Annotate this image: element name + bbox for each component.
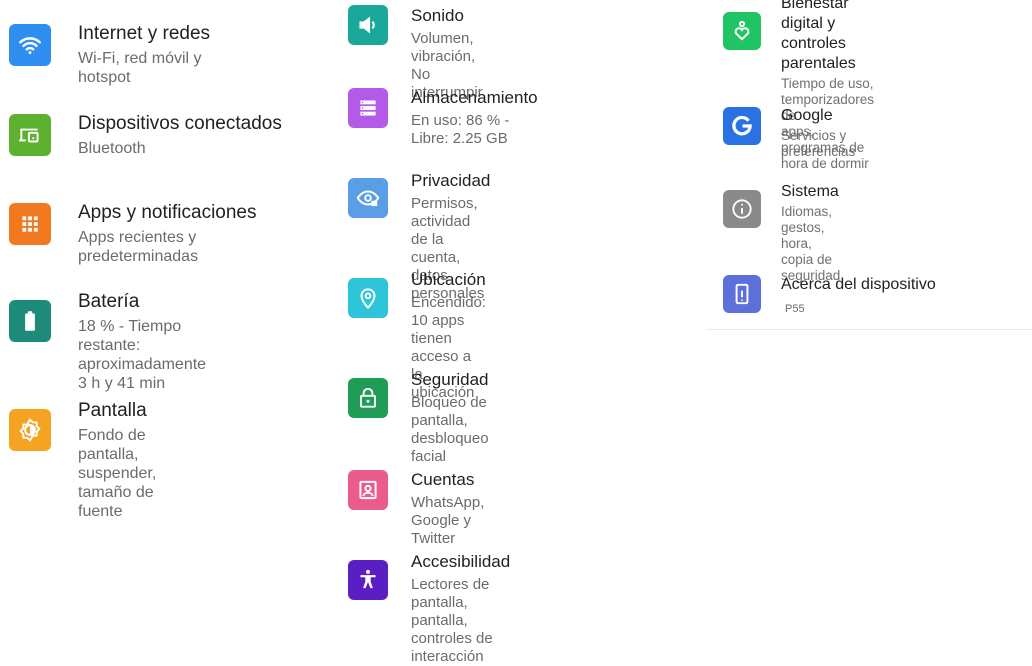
setting-title: Cuentas <box>411 470 475 489</box>
wifi-icon <box>9 24 51 66</box>
setting-subtitle: Fondo de pantalla, suspender, tamaño de … <box>78 427 157 520</box>
setting-subtitle: Idiomas, gestos, hora, copia de segurida… <box>781 204 841 283</box>
setting-title: Ubicación <box>411 270 486 289</box>
setting-subtitle: Wi-Fi, red móvil y hotspot <box>78 50 202 86</box>
setting-title: Google <box>781 107 833 124</box>
info-icon <box>723 190 761 228</box>
wellbeing-icon <box>723 12 761 50</box>
setting-title: Internet y redes <box>78 23 211 44</box>
setting-title: Seguridad <box>411 370 489 389</box>
setting-subtitle: Bluetooth <box>78 140 146 157</box>
phone-icon <box>723 275 761 313</box>
setting-subtitle: Servicios y preferencias <box>781 128 856 159</box>
account-icon <box>348 470 388 510</box>
setting-title: Acerca del dispositivo <box>781 276 936 293</box>
setting-title: Almacenamiento <box>411 88 538 107</box>
battery-icon <box>9 300 51 342</box>
setting-title: Accesibilidad <box>411 552 511 571</box>
lock-icon <box>348 378 388 418</box>
setting-title: Bienestar digital y controles parentales <box>781 0 856 72</box>
divider <box>706 329 1032 330</box>
setting-title: Batería <box>78 291 140 312</box>
privacy-eye-icon <box>348 178 388 218</box>
setting-title: Dispositivos conectados <box>78 113 282 134</box>
setting-subtitle: WhatsApp, Google y Twitter <box>411 494 485 547</box>
brightness-icon <box>9 409 51 451</box>
setting-subtitle: Apps recientes y predeterminadas <box>78 229 199 265</box>
setting-subtitle: Bloqueo de pantalla, desbloqueo facial <box>411 394 489 465</box>
location-pin-icon <box>348 278 388 318</box>
setting-subtitle: 18 % - Tiempo restante: aproximadamente … <box>78 318 207 392</box>
storage-icon <box>348 88 388 128</box>
setting-title: Sonido <box>411 6 464 25</box>
accessibility-icon <box>348 560 388 600</box>
apps-grid-icon <box>9 203 51 245</box>
setting-subtitle: En uso: 86 % - Libre: 2.25 GB <box>411 112 510 147</box>
setting-title: Sistema <box>781 183 839 200</box>
google-icon <box>723 107 761 145</box>
device-model-label: P55 <box>785 303 805 315</box>
connected-devices-icon <box>9 114 51 156</box>
setting-title: Apps y notificaciones <box>78 202 257 223</box>
setting-title: Privacidad <box>411 171 491 190</box>
setting-title: Pantalla <box>78 400 147 421</box>
volume-icon <box>348 5 388 45</box>
setting-subtitle: Lectores de pantalla, pantalla, controle… <box>411 576 493 665</box>
